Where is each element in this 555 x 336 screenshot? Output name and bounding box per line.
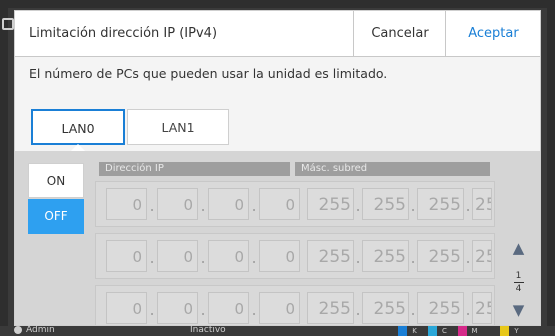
ip-limit-dialog: Limitación dirección IP (IPv4) Cancelar … (14, 10, 541, 326)
mask-octet-field[interactable]: 255 (307, 240, 354, 272)
octet-separator: . (149, 196, 155, 215)
octet-separator: . (149, 248, 155, 267)
table-row: 0 . 0 . 0 . 0 255 . 255 . 255.255 (95, 285, 495, 325)
ink-k-label: K (412, 327, 417, 335)
page-current: 1 (515, 271, 522, 281)
table-row: 0 . 0 . 0 . 0 255 . 255 . 255.255 (95, 181, 495, 227)
octet-separator: . (355, 300, 361, 319)
scroll-down-button[interactable]: ▼ (501, 291, 536, 325)
octet-separator: . (410, 300, 416, 319)
ip-octet-field[interactable]: 0 (106, 240, 147, 272)
tab-selection-caret (71, 144, 85, 151)
mask-octet-field[interactable]: 255 (362, 188, 409, 220)
ink-y-icon (500, 326, 509, 336)
status-user: Admin (26, 325, 55, 335)
octet-separator: . (200, 248, 206, 267)
octet-separator: . (465, 300, 471, 319)
ink-c-label: C (442, 327, 447, 335)
subnet-mask-column-header: Másc. subred (295, 162, 490, 176)
bezel-top (0, 0, 555, 8)
ip-octet-field[interactable]: 0 (157, 240, 198, 272)
ip-octet-field[interactable]: 0 (157, 292, 198, 324)
ip-octet-field[interactable]: 0 (106, 292, 147, 324)
ip-octet-field[interactable]: 0 (259, 292, 300, 324)
cancel-button[interactable]: Cancelar (353, 11, 446, 56)
ip-settings-panel: ON OFF Dirección IP Másc. subred 0 . 0 .… (15, 151, 540, 325)
octet-separator: . (251, 248, 257, 267)
page-divider (513, 282, 524, 283)
octet-separator: . (200, 300, 206, 319)
tab-lan1[interactable]: LAN1 (127, 109, 229, 145)
octet-separator: . (251, 300, 257, 319)
mask-octet-field[interactable]: 255 (307, 292, 354, 324)
info-message: El número de PCs que pueden usar la unid… (29, 66, 388, 81)
octet-separator: . (200, 196, 206, 215)
octet-separator: . (465, 248, 471, 267)
mask-octet-field[interactable]: 255 (472, 292, 492, 324)
octet-separator: . (355, 248, 361, 267)
lan-tabs: LAN0 LAN1 (15, 93, 540, 151)
mask-octet-field[interactable]: 255 (362, 240, 409, 272)
ip-octet-field[interactable]: 0 (208, 240, 249, 272)
mask-octet-field[interactable]: 255 (307, 188, 354, 220)
on-toggle[interactable]: ON (28, 163, 84, 198)
mask-octet-field[interactable]: 255 (362, 292, 409, 324)
bezel-left (0, 0, 8, 336)
tab-lan0[interactable]: LAN0 (31, 109, 125, 145)
octet-separator: . (410, 196, 416, 215)
ink-y-label: Y (514, 327, 519, 335)
octet-separator: . (251, 196, 257, 215)
ink-indicator-icon (398, 326, 407, 336)
table-row: 0 . 0 . 0 . 0 255 . 255 . 255.255 (95, 233, 495, 279)
octet-separator: . (355, 196, 361, 215)
accept-button[interactable]: Aceptar (445, 11, 540, 56)
window-icon (2, 18, 14, 30)
octet-separator: . (149, 300, 155, 319)
octet-separator: . (465, 196, 471, 215)
octet-separator: . (410, 248, 416, 267)
mask-octet-field[interactable]: 255 (417, 188, 464, 220)
mask-octet-field[interactable]: 255 (472, 240, 492, 272)
dialog-header: Limitación dirección IP (IPv4) Cancelar … (15, 11, 540, 57)
ip-octet-field[interactable]: 0 (106, 188, 147, 220)
off-toggle[interactable]: OFF (28, 199, 84, 234)
ip-octet-field[interactable]: 0 (208, 188, 249, 220)
triangle-down-icon: ▼ (512, 301, 525, 319)
mask-octet-field[interactable]: 255 (417, 292, 464, 324)
ip-octet-field[interactable]: 0 (259, 188, 300, 220)
ink-m-icon (458, 326, 467, 336)
dialog-title: Limitación dirección IP (IPv4) (29, 26, 218, 41)
page-scroller: ▲ 1 4 ▼ (501, 181, 540, 325)
ink-m-label: M (471, 327, 478, 335)
status-state: Inactivo (190, 325, 226, 335)
user-icon (14, 326, 22, 334)
ip-octet-field[interactable]: 0 (208, 292, 249, 324)
ip-octet-field[interactable]: 0 (157, 188, 198, 220)
status-bar: Admin Inactivo K C M Y (0, 325, 555, 336)
mask-octet-field[interactable]: 255 (417, 240, 464, 272)
mask-octet-field[interactable]: 255 (472, 188, 492, 220)
triangle-up-icon: ▲ (512, 239, 525, 257)
scroll-up-button[interactable]: ▲ (501, 229, 536, 267)
ink-c-icon (428, 326, 437, 336)
ip-address-column-header: Dirección IP (99, 162, 290, 176)
ip-octet-field[interactable]: 0 (259, 240, 300, 272)
bezel-right (547, 0, 555, 336)
